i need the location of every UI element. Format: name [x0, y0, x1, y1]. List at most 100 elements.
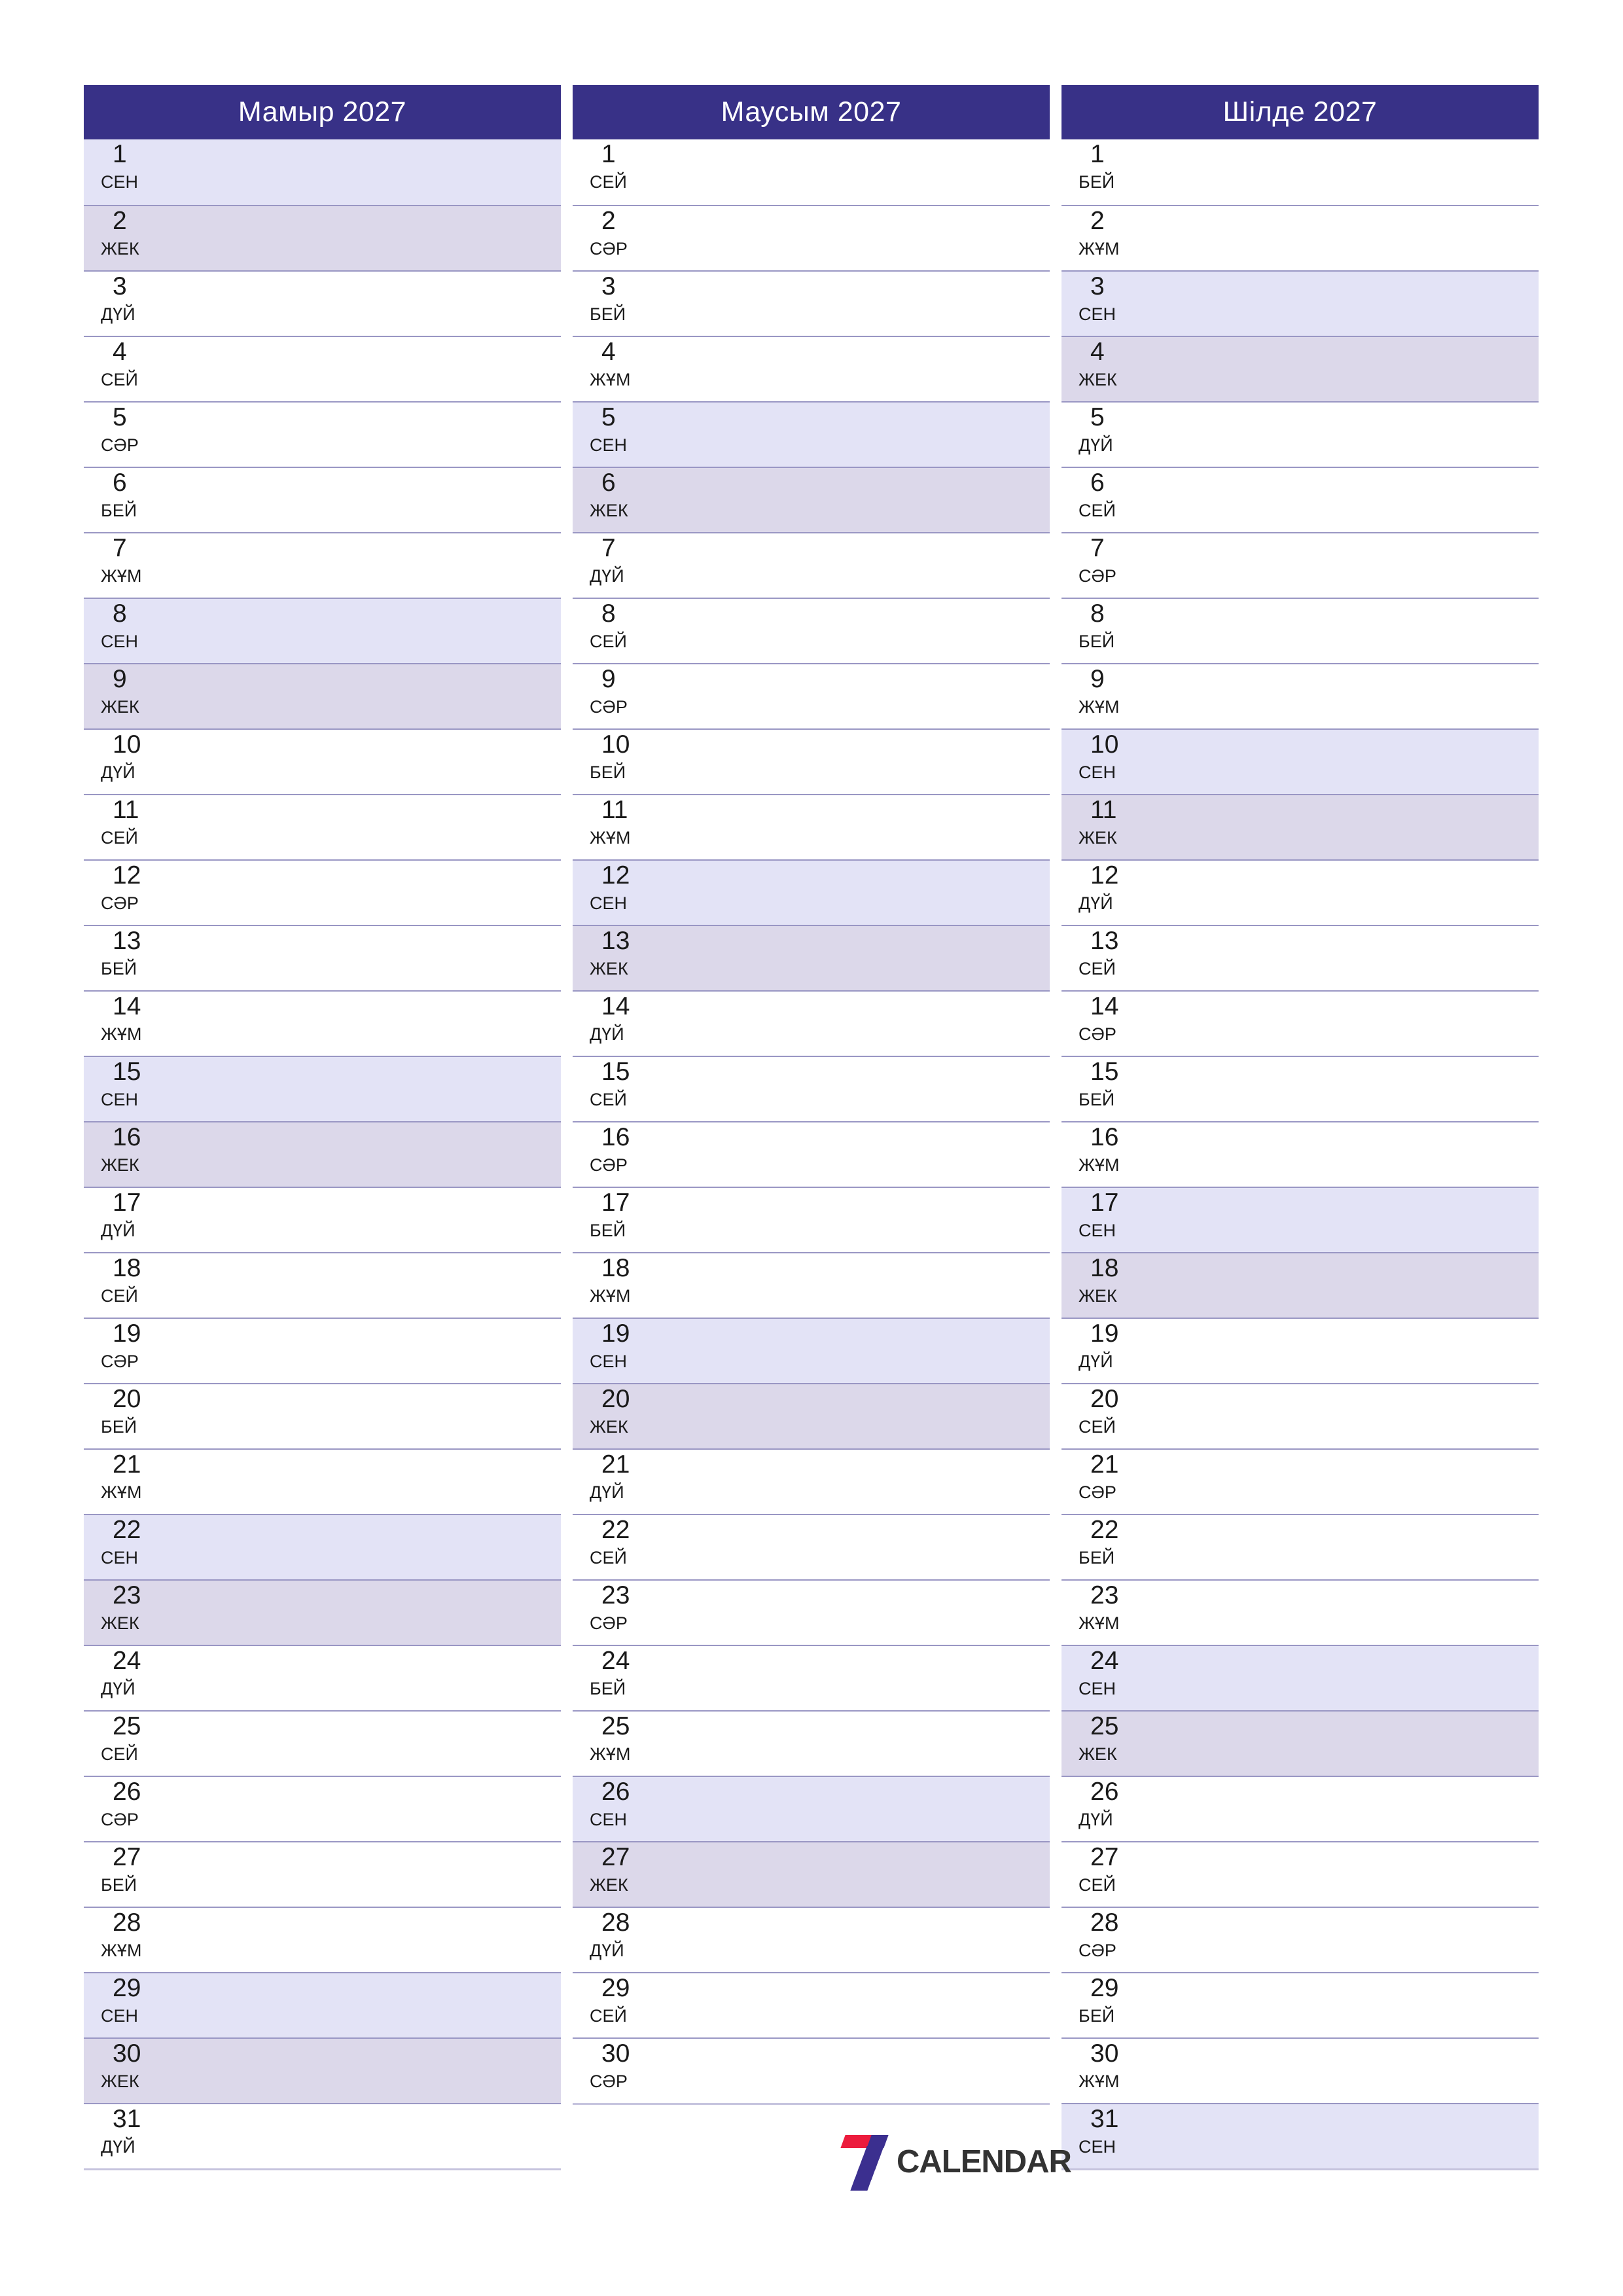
day-row[interactable]: 18 ЖЕК	[1061, 1252, 1539, 1318]
day-row[interactable]: 22 БЕЙ	[1061, 1514, 1539, 1579]
day-row[interactable]: 9 ЖҰМ	[1061, 663, 1539, 728]
day-row[interactable]: 24 ДҮЙ	[84, 1645, 561, 1710]
day-row[interactable]: 30 ЖЕК	[84, 2037, 561, 2103]
day-row[interactable]: 26 ДҮЙ	[1061, 1776, 1539, 1841]
day-row[interactable]: 25 СЕЙ	[84, 1710, 561, 1776]
day-row[interactable]: 16 СӘР	[573, 1121, 1050, 1187]
day-number: 26	[113, 1778, 141, 1806]
day-row[interactable]: 20 ЖЕК	[573, 1383, 1050, 1448]
day-row[interactable]: 11 СЕЙ	[84, 794, 561, 859]
day-row[interactable]: 29 СЕЙ	[573, 1972, 1050, 2037]
day-row[interactable]: 30 СӘР	[573, 2037, 1050, 2103]
day-row[interactable]: 21 СӘР	[1061, 1448, 1539, 1514]
day-row[interactable]: 18 ЖҰМ	[573, 1252, 1050, 1318]
day-row[interactable]: 6 БЕЙ	[84, 467, 561, 532]
day-row[interactable]: 4 СЕЙ	[84, 336, 561, 401]
day-row[interactable]: 4 ЖЕК	[1061, 336, 1539, 401]
day-row[interactable]: 23 ЖҰМ	[1061, 1579, 1539, 1645]
day-row[interactable]: 15 СЕЙ	[573, 1056, 1050, 1121]
day-row[interactable]: 24 СЕН	[1061, 1645, 1539, 1710]
day-row[interactable]: 6 ЖЕК	[573, 467, 1050, 532]
day-row[interactable]: 28 ЖҰМ	[84, 1907, 561, 1972]
day-row[interactable]: 27 СЕЙ	[1061, 1841, 1539, 1907]
day-row[interactable]: 8 СЕН	[84, 598, 561, 663]
day-row[interactable]: 8 СЕЙ	[573, 598, 1050, 663]
day-row[interactable]: 12 СӘР	[84, 859, 561, 925]
day-row[interactable]: 23 ЖЕК	[84, 1579, 561, 1645]
day-row[interactable]: 7 СӘР	[1061, 532, 1539, 598]
day-row[interactable]: 9 СӘР	[573, 663, 1050, 728]
day-row[interactable]: 7 ЖҰМ	[84, 532, 561, 598]
day-row[interactable]: 31 СЕН	[1061, 2103, 1539, 2168]
day-row[interactable]: 3 СЕН	[1061, 270, 1539, 336]
day-row[interactable]: 1 СЕН	[84, 139, 561, 205]
day-number: 7	[601, 534, 616, 562]
day-row[interactable]: 29 БЕЙ	[1061, 1972, 1539, 2037]
day-row[interactable]: 13 БЕЙ	[84, 925, 561, 990]
day-row[interactable]: 3 БЕЙ	[573, 270, 1050, 336]
day-row[interactable]: 15 СЕН	[84, 1056, 561, 1121]
day-row[interactable]: 31 ДҮЙ	[84, 2103, 561, 2168]
day-number: 18	[1090, 1254, 1119, 1282]
day-row[interactable]: 29 СЕН	[84, 1972, 561, 2037]
day-row[interactable]: 16 ЖҰМ	[1061, 1121, 1539, 1187]
day-row[interactable]: 21 ЖҰМ	[84, 1448, 561, 1514]
day-row[interactable]: 13 ЖЕК	[573, 925, 1050, 990]
day-row[interactable]: 1 БЕЙ	[1061, 139, 1539, 205]
day-row[interactable]: 10 БЕЙ	[573, 728, 1050, 794]
day-row[interactable]: 1 СЕЙ	[573, 139, 1050, 205]
day-row[interactable]: 3 ДҮЙ	[84, 270, 561, 336]
day-row[interactable]: 26 СӘР	[84, 1776, 561, 1841]
day-row[interactable]: 11 ЖЕК	[1061, 794, 1539, 859]
day-row[interactable]: 2 СӘР	[573, 205, 1050, 270]
day-row[interactable]: 27 ЖЕК	[573, 1841, 1050, 1907]
day-row[interactable]: 5 СӘР	[84, 401, 561, 467]
day-row[interactable]: 14 ЖҰМ	[84, 990, 561, 1056]
day-row[interactable]: 28 ДҮЙ	[573, 1907, 1050, 1972]
day-row[interactable]: 25 ЖҰМ	[573, 1710, 1050, 1776]
day-row[interactable]: 25 ЖЕК	[1061, 1710, 1539, 1776]
day-row[interactable]: 5 ДҮЙ	[1061, 401, 1539, 467]
day-row[interactable]: 2 ЖЕК	[84, 205, 561, 270]
day-list-june: 1 СЕЙ 2 СӘР 3 БЕЙ 4 ЖҰМ 5 СЕН 6 ЖЕК 7 ДҮЙ 8 СЕЙ 9 СӘР 10 БЕ…	[573, 139, 1050, 2105]
day-row[interactable]: 23 СӘР	[573, 1579, 1050, 1645]
day-row[interactable]: 19 СӘР	[84, 1318, 561, 1383]
day-row[interactable]: 22 СЕН	[84, 1514, 561, 1579]
day-row[interactable]: 13 СЕЙ	[1061, 925, 1539, 990]
day-weekday-label: ЖҰМ	[1079, 239, 1120, 259]
day-row[interactable]: 28 СӘР	[1061, 1907, 1539, 1972]
day-row[interactable]: 14 ДҮЙ	[573, 990, 1050, 1056]
day-row[interactable]: 19 СЕН	[573, 1318, 1050, 1383]
day-row[interactable]: 26 СЕН	[573, 1776, 1050, 1841]
day-row[interactable]: 6 СЕЙ	[1061, 467, 1539, 532]
day-weekday-label: ДҮЙ	[1079, 1352, 1113, 1371]
day-row[interactable]: 30 ЖҰМ	[1061, 2037, 1539, 2103]
day-row[interactable]: 4 ЖҰМ	[573, 336, 1050, 401]
day-row[interactable]: 20 СЕЙ	[1061, 1383, 1539, 1448]
day-row[interactable]: 24 БЕЙ	[573, 1645, 1050, 1710]
day-row[interactable]: 12 ДҮЙ	[1061, 859, 1539, 925]
day-row[interactable]: 15 БЕЙ	[1061, 1056, 1539, 1121]
day-row[interactable]: 17 БЕЙ	[573, 1187, 1050, 1252]
day-row[interactable]: 5 СЕН	[573, 401, 1050, 467]
day-row[interactable]: 16 ЖЕК	[84, 1121, 561, 1187]
day-row[interactable]: 22 СЕЙ	[573, 1514, 1050, 1579]
day-weekday-label: ДҮЙ	[101, 304, 135, 324]
day-row[interactable]: 19 ДҮЙ	[1061, 1318, 1539, 1383]
day-row[interactable]: 7 ДҮЙ	[573, 532, 1050, 598]
day-row[interactable]: 11 ЖҰМ	[573, 794, 1050, 859]
day-row[interactable]: 27 БЕЙ	[84, 1841, 561, 1907]
day-row[interactable]: 2 ЖҰМ	[1061, 205, 1539, 270]
day-weekday-label: ЖЕК	[101, 1155, 139, 1175]
day-row[interactable]: 8 БЕЙ	[1061, 598, 1539, 663]
day-row[interactable]: 17 СЕН	[1061, 1187, 1539, 1252]
day-row[interactable]: 21 ДҮЙ	[573, 1448, 1050, 1514]
day-row[interactable]: 14 СӘР	[1061, 990, 1539, 1056]
day-row[interactable]: 10 СЕН	[1061, 728, 1539, 794]
day-row[interactable]: 17 ДҮЙ	[84, 1187, 561, 1252]
day-row[interactable]: 18 СЕЙ	[84, 1252, 561, 1318]
day-row[interactable]: 10 ДҮЙ	[84, 728, 561, 794]
day-row[interactable]: 9 ЖЕК	[84, 663, 561, 728]
day-row[interactable]: 20 БЕЙ	[84, 1383, 561, 1448]
day-row[interactable]: 12 СЕН	[573, 859, 1050, 925]
